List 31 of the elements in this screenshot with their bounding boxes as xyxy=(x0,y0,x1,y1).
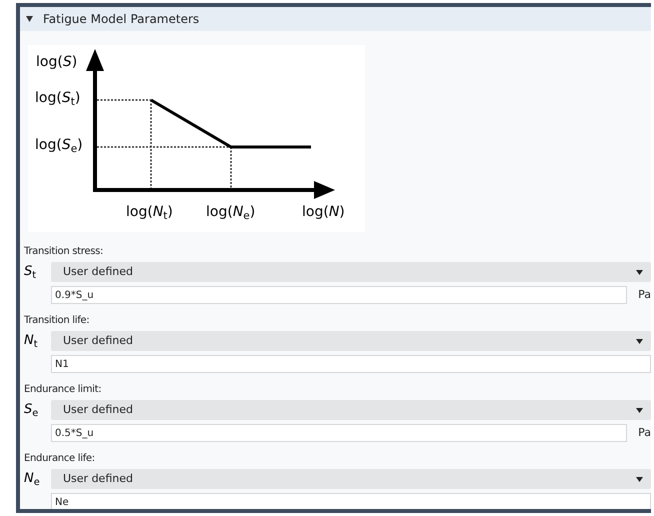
parameter-label: Transition stress: xyxy=(24,245,104,259)
unit-label: Pa xyxy=(637,286,651,303)
value-field[interactable]: N1 xyxy=(51,355,651,373)
parameter-label: Endurance limit: xyxy=(24,383,102,397)
dropdown-caret-icon xyxy=(636,476,643,482)
symbol-label: S$_{t}$ xyxy=(24,263,38,282)
option-dropdown[interactable]: User defined xyxy=(51,469,651,489)
section-title: Fatigue Model Parameters xyxy=(43,11,200,28)
parameter-label: Endurance life: xyxy=(24,452,96,466)
dropdown-caret-icon xyxy=(636,270,643,274)
parameter-label: Transition life: xyxy=(24,314,90,328)
y-axis-label: log(S) xyxy=(36,55,78,69)
section-header[interactable]: Fatigue Model Parameters xyxy=(20,7,651,31)
option-dropdown[interactable]: User defined xyxy=(51,400,651,420)
symbol-label: S$_{e}$ xyxy=(24,401,40,420)
option-dropdown[interactable]: User defined xyxy=(51,262,651,282)
value-field[interactable]: 0.5*S_u xyxy=(51,424,627,442)
y-tick-label: log(S$_{e}$) xyxy=(35,138,83,152)
value-field[interactable]: 0.9*S_u xyxy=(51,286,627,304)
x-tick-label: log(N$_{t}$) xyxy=(126,205,173,219)
unit-label: Pa xyxy=(637,424,651,441)
x-tick-label: log(N$_{e}$) xyxy=(206,205,256,219)
x-axis-label: log(N) xyxy=(302,205,345,219)
collapse-icon xyxy=(26,16,33,22)
dropdown-caret-icon xyxy=(636,338,643,344)
symbol-label: N$_{e}$ xyxy=(24,470,41,489)
dropdown-caret-icon xyxy=(636,408,643,412)
value-field[interactable]: Ne xyxy=(51,493,651,509)
option-dropdown[interactable]: User defined xyxy=(51,331,651,351)
symbol-label: N$_{t}$ xyxy=(24,332,39,351)
y-tick-label: log(S$_{t}$) xyxy=(35,91,80,105)
